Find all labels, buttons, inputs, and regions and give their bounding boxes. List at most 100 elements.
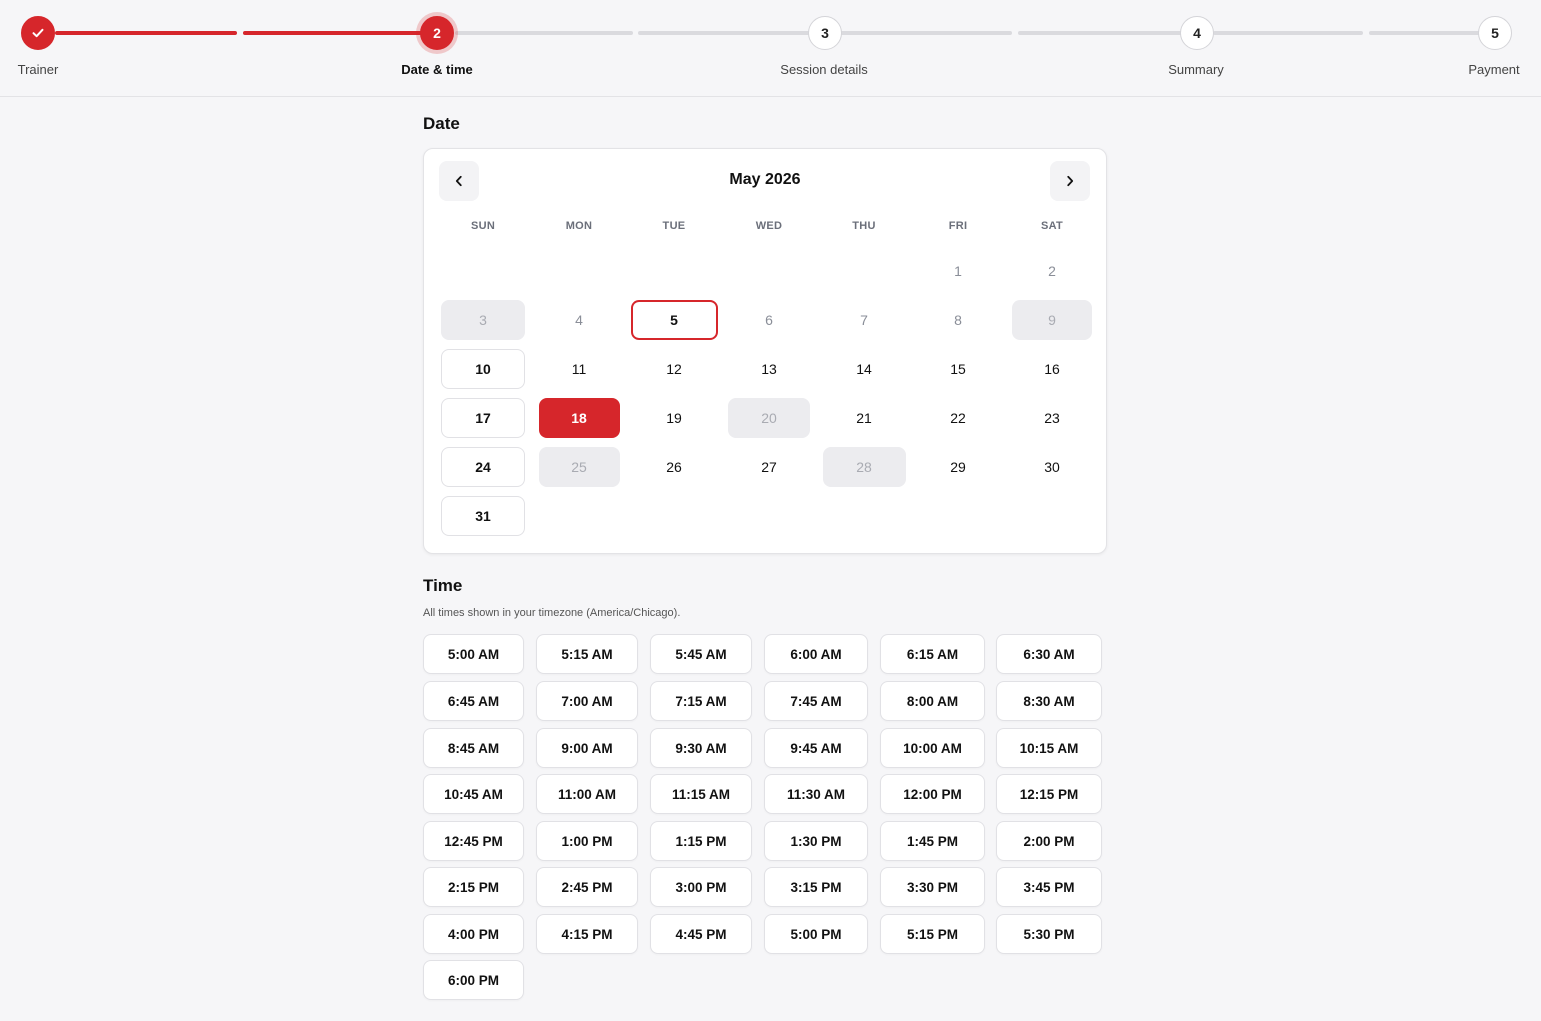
next-month-button[interactable] [1050,161,1090,201]
time-section-title: Time [423,576,463,595]
calendar-day[interactable]: 13 [728,349,810,389]
calendar-day[interactable]: 27 [728,447,810,487]
calendar-day[interactable]: 8 [918,300,998,340]
time-slot-button[interactable]: 5:00 PM [764,914,868,954]
time-slot-button[interactable]: 4:00 PM [423,914,524,954]
time-slot-button[interactable]: 12:00 PM [880,774,985,814]
weekday-header: MON [565,220,593,232]
time-slot-button[interactable]: 1:30 PM [764,821,868,861]
weekday-header: WED [755,220,783,232]
step-date-time-circle[interactable]: 2 [420,16,454,50]
time-slot-button[interactable]: 1:15 PM [650,821,752,861]
time-slot-button[interactable]: 9:45 AM [764,728,868,768]
weekday-header: SUN [470,220,496,232]
calendar-day: 25 [538,447,620,487]
stepper-connector [638,31,810,35]
time-slot-button[interactable]: 1:45 PM [880,821,985,861]
calendar-day: 28 [822,447,906,487]
time-slot-button[interactable]: 4:45 PM [650,914,752,954]
calendar-day[interactable]: 29 [918,447,998,487]
calendar-day[interactable]: 31 [441,496,525,536]
time-slot-button[interactable]: 5:30 PM [996,914,1102,954]
time-slot-button[interactable]: 8:45 AM [423,728,524,768]
step-session-details-circle: 3 [808,16,842,50]
time-slot-button[interactable]: 2:15 PM [423,867,524,907]
step-summary-label: Summary [1168,62,1224,77]
step-summary-circle: 4 [1180,16,1214,50]
calendar-day[interactable]: 7 [823,300,906,340]
time-slot-button[interactable]: 5:00 AM [423,634,524,674]
time-slot-button[interactable]: 10:45 AM [423,774,524,814]
calendar-day[interactable]: 24 [441,447,525,487]
calendar-day[interactable]: 11 [539,349,620,389]
stepper-connector [55,31,237,35]
calendar-day: 20 [728,398,810,438]
time-slot-button[interactable]: 10:00 AM [880,728,985,768]
time-slot-button[interactable]: 6:15 AM [880,634,985,674]
timezone-note: All times shown in your timezone (Americ… [423,607,681,619]
calendar-day[interactable]: 1 [918,251,998,291]
time-slot-button[interactable]: 7:45 AM [764,681,868,721]
calendar-day[interactable]: 23 [1012,398,1092,438]
time-slot-button[interactable]: 9:30 AM [650,728,752,768]
calendar-day[interactable]: 30 [1012,447,1092,487]
time-slot-button[interactable]: 7:15 AM [650,681,752,721]
time-slot-button[interactable]: 10:15 AM [996,728,1102,768]
time-slot-button[interactable]: 3:30 PM [880,867,985,907]
step-payment-label: Payment [1468,62,1520,77]
time-slot-button[interactable]: 4:15 PM [536,914,638,954]
time-slot-button[interactable]: 5:45 AM [650,634,752,674]
time-slot-button[interactable]: 8:00 AM [880,681,985,721]
time-slot-button[interactable]: 3:15 PM [764,867,868,907]
weekday-header: SAT [1040,220,1064,232]
calendar-day[interactable]: 22 [918,398,998,438]
time-slot-button[interactable]: 11:15 AM [650,774,752,814]
time-slot-button[interactable]: 9:00 AM [536,728,638,768]
time-slot-button[interactable]: 12:45 PM [423,821,524,861]
time-slot-button[interactable]: 5:15 PM [880,914,985,954]
calendar-day[interactable]: 21 [823,398,906,438]
stepper-connector [1369,31,1481,35]
time-slot-button[interactable]: 5:15 AM [536,634,638,674]
time-slot-button[interactable]: 2:45 PM [536,867,638,907]
step-trainer-circle[interactable] [21,16,55,50]
time-slot-button[interactable]: 11:00 AM [536,774,638,814]
stepper-connector [1018,31,1184,35]
time-slot-button[interactable]: 3:45 PM [996,867,1102,907]
time-slot-button[interactable]: 3:00 PM [650,867,752,907]
calendar-day[interactable]: 17 [441,398,525,438]
time-slot-button[interactable]: 6:45 AM [423,681,524,721]
calendar-day[interactable]: 10 [441,349,525,389]
calendar-day[interactable]: 16 [1012,349,1092,389]
stepper-connector [1213,31,1363,35]
chevron-right-icon [1067,175,1074,187]
time-slot-button[interactable]: 7:00 AM [536,681,638,721]
time-slot-button[interactable]: 1:00 PM [536,821,638,861]
calendar-day: 9 [1012,300,1092,340]
time-slot-button[interactable]: 11:30 AM [764,774,868,814]
calendar-day: 3 [441,300,525,340]
calendar-day[interactable]: 12 [631,349,718,389]
stepper-connector [243,31,423,35]
progress-stepper: 2 3 4 5 Trainer Date & time Session deta… [0,0,1541,97]
time-slot-button[interactable]: 2:00 PM [996,821,1102,861]
calendar-day-selected[interactable]: 18 [538,398,620,438]
calendar-day[interactable]: 4 [539,300,620,340]
calendar-day[interactable]: 6 [728,300,810,340]
calendar-day[interactable]: 19 [631,398,718,438]
time-slot-button[interactable]: 6:00 AM [764,634,868,674]
month-title: May 2026 [729,171,801,188]
time-slot-button[interactable]: 12:15 PM [996,774,1102,814]
time-slot-button[interactable]: 6:30 AM [996,634,1102,674]
calendar-day[interactable]: 15 [918,349,998,389]
step-trainer-label: Trainer [17,62,59,77]
time-slot-button[interactable]: 8:30 AM [996,681,1102,721]
calendar-day-today[interactable]: 5 [630,300,718,340]
stepper-connector [455,31,633,35]
stepper-connector [840,31,1012,35]
time-slot-button[interactable]: 6:00 PM [423,960,524,1000]
check-icon [32,28,44,38]
calendar-day[interactable]: 26 [631,447,718,487]
calendar-day[interactable]: 2 [1012,251,1092,291]
calendar-day[interactable]: 14 [823,349,906,389]
